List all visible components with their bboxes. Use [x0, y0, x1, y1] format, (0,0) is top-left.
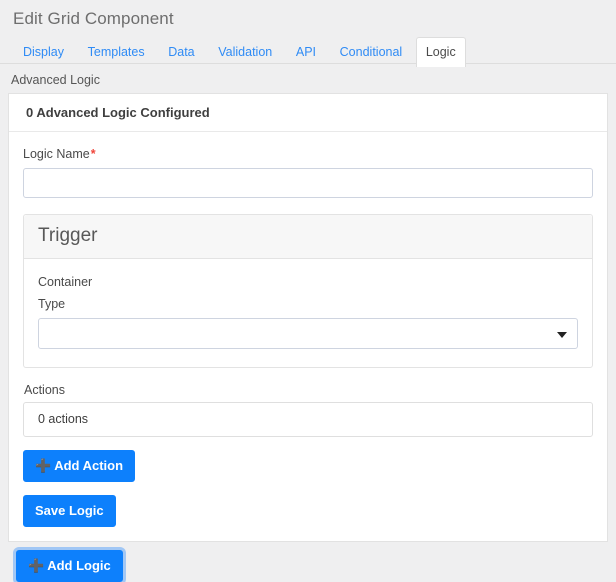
plus-icon: ➕ — [35, 458, 52, 473]
tab-templates[interactable]: Templates — [78, 38, 155, 66]
trigger-body: Container Type — [24, 259, 592, 367]
trigger-title: Trigger — [24, 215, 592, 259]
trigger-container-label: Container — [38, 275, 93, 289]
advanced-logic-panel: 0 Advanced Logic Configured Logic Name* … — [8, 93, 608, 542]
trigger-type-select-wrap — [38, 318, 578, 349]
advanced-logic-section-label: Advanced Logic — [11, 73, 100, 87]
page-title: Edit Grid Component — [13, 9, 174, 28]
actions-label: Actions — [24, 383, 65, 397]
logic-tab-panel: Advanced Logic 0 Advanced Logic Configur… — [0, 64, 616, 582]
trigger-card: Trigger Container Type — [23, 214, 593, 368]
required-indicator: * — [90, 147, 96, 161]
add-action-button-label: Add Action — [54, 458, 124, 473]
tab-api[interactable]: API — [286, 38, 326, 66]
plus-icon: ➕ — [28, 558, 45, 573]
save-logic-button[interactable]: Save Logic — [23, 495, 116, 527]
trigger-type-label: Type — [38, 297, 66, 311]
logic-name-input[interactable] — [23, 168, 593, 198]
add-action-row: ➕ Add Action — [23, 437, 593, 482]
tab-logic[interactable]: Logic — [415, 37, 466, 67]
tab-display[interactable]: Display — [13, 38, 74, 66]
tab-data[interactable]: Data — [158, 38, 204, 66]
add-logic-row: ➕ Add Logic — [8, 542, 608, 582]
save-logic-row: Save Logic — [23, 482, 593, 527]
actions-list: 0 actions — [23, 402, 593, 437]
logic-name-label-text: Logic Name — [23, 147, 90, 161]
add-logic-button-label: Add Logic — [47, 558, 111, 573]
trigger-type-select[interactable] — [38, 318, 578, 349]
logic-editor-form: Logic Name* Trigger Container Type Actio… — [9, 132, 607, 541]
advanced-logic-summary: 0 Advanced Logic Configured — [9, 94, 607, 132]
logic-name-label: Logic Name* — [23, 146, 593, 162]
tab-validation[interactable]: Validation — [208, 38, 282, 66]
add-action-button[interactable]: ➕ Add Action — [23, 450, 136, 482]
tab-bar: Display Templates Data Validation API Co… — [0, 37, 616, 67]
tab-conditional[interactable]: Conditional — [330, 38, 413, 66]
add-logic-button[interactable]: ➕ Add Logic — [16, 550, 123, 582]
